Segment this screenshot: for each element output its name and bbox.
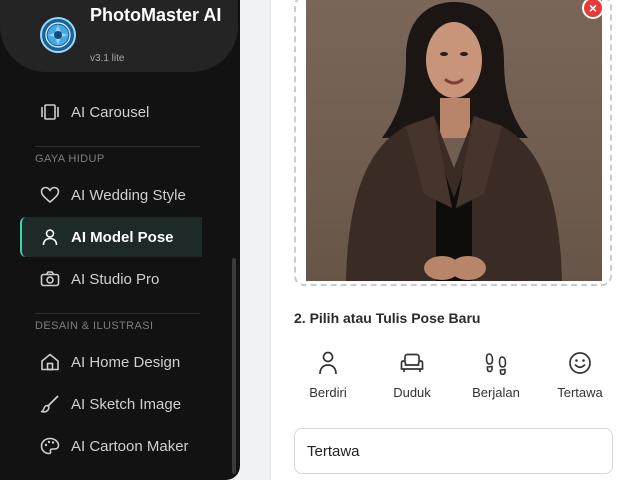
pose-label: Tertawa	[557, 385, 603, 400]
sidebar-item-label: AI Model Pose	[71, 228, 174, 246]
pose-label: Duduk	[393, 385, 431, 400]
home-icon	[40, 352, 60, 372]
app-logo-icon	[40, 17, 76, 53]
uploaded-photo	[306, 0, 602, 281]
sidebar-item-label: AI Sketch Image	[71, 395, 182, 413]
sidebar-item-label: AI Studio Pro	[71, 270, 160, 288]
sidebar-item-ai-sketch-image[interactable]: AI Sketch Image	[20, 384, 202, 424]
pose-label: Berdiri	[309, 385, 347, 400]
section-label-desain-ilustrasi: DESAIN & ILUSTRASI	[35, 313, 200, 332]
carousel-icon	[40, 102, 60, 122]
sidebar-item-ai-model-pose[interactable]: AI Model Pose	[20, 217, 202, 257]
step-title: 2. Pilih atau Tulis Pose Baru	[294, 310, 481, 326]
sidebar-item-label: AI Home Design	[71, 353, 181, 371]
app-version: v3.1 lite	[90, 53, 125, 64]
heart-icon	[40, 185, 60, 205]
sidebar-item-ai-wedding-style[interactable]: AI Wedding Style	[20, 175, 202, 215]
sidebar: PhotoMaster AI v3.1 lite AI Carousel GAY…	[0, 0, 240, 480]
sidebar-scrollbar[interactable]	[232, 258, 236, 474]
palette-icon	[40, 436, 60, 456]
brand-header: PhotoMaster AI v3.1 lite	[0, 0, 238, 72]
sidebar-item-ai-studio-pro[interactable]: AI Studio Pro	[20, 259, 202, 299]
sidebar-item-ai-cartoon-maker[interactable]: AI Cartoon Maker	[20, 426, 202, 466]
standing-person-icon	[292, 350, 364, 376]
section-label-gaya-hidup: GAYA HIDUP	[35, 146, 200, 165]
pose-option-berjalan[interactable]: Berjalan	[460, 350, 532, 400]
camera-icon	[40, 269, 60, 289]
main-panel: × 2. Pilih atau Tulis Pose Baru Berdiri …	[270, 0, 640, 480]
smile-icon	[544, 350, 616, 376]
pose-text-input[interactable]	[294, 428, 613, 474]
brush-icon	[40, 394, 60, 414]
sofa-icon	[376, 350, 448, 376]
footprints-icon	[460, 350, 532, 376]
sidebar-item-label: AI Cartoon Maker	[71, 437, 189, 455]
pose-label: Berjalan	[472, 385, 520, 400]
sidebar-item-label: AI Wedding Style	[71, 186, 186, 204]
person-icon	[40, 227, 60, 247]
sidebar-item-ai-carousel[interactable]: AI Carousel	[20, 92, 202, 132]
app-title: PhotoMaster AI	[90, 5, 222, 25]
pose-option-berdiri[interactable]: Berdiri	[292, 350, 364, 400]
uploaded-photo-dropzone[interactable]	[294, 0, 612, 286]
pose-option-duduk[interactable]: Duduk	[376, 350, 448, 400]
sidebar-item-ai-home-design[interactable]: AI Home Design	[20, 342, 202, 382]
sidebar-item-label: AI Carousel	[71, 103, 150, 121]
pose-option-tertawa[interactable]: Tertawa	[544, 350, 616, 400]
